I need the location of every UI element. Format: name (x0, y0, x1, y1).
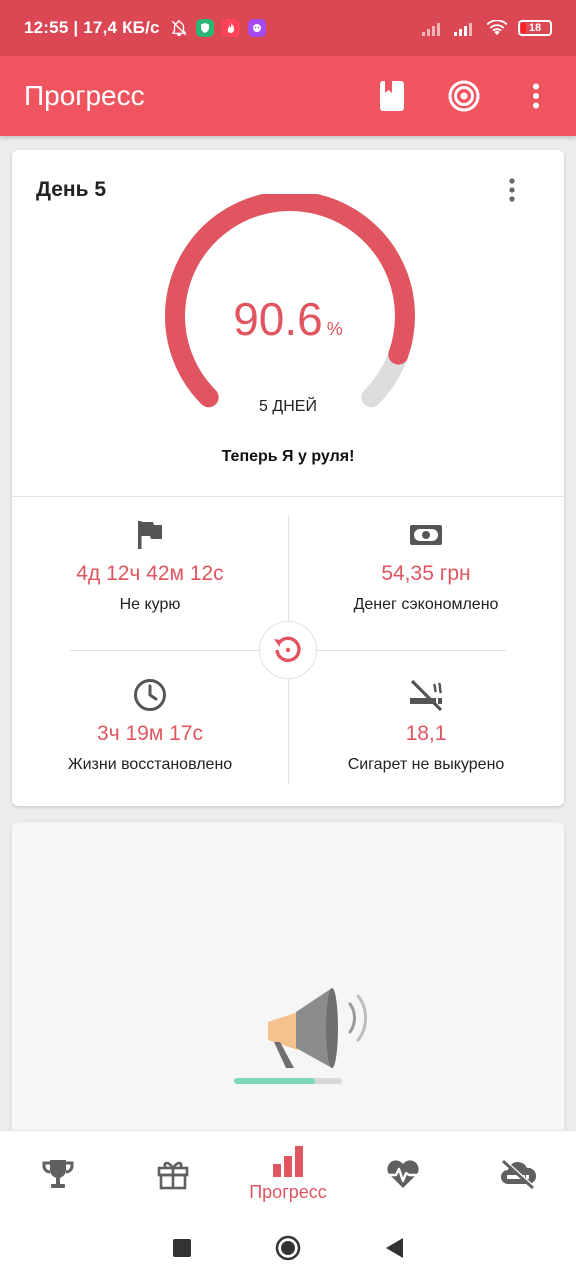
divider (12, 496, 564, 497)
stat-cigarettes-not-smoked: 18,1 Сигарет не выкурено (288, 678, 564, 774)
loading-progress-fill (234, 1078, 315, 1084)
home-icon[interactable] (275, 1235, 301, 1261)
stat-label: Сигарет не выкурено (347, 756, 505, 773)
chat-app-icon (247, 19, 266, 37)
stat-value: 4д 12ч 42м 12с (76, 562, 224, 585)
bookmark-icon (380, 81, 404, 111)
nav-item-progress[interactable]: Прогресс (230, 1131, 345, 1216)
shield-app-icon (195, 19, 214, 37)
no-smoking-icon (410, 679, 443, 712)
restart-icon (274, 636, 301, 663)
bottom-navigation: Прогресс (0, 1130, 576, 1216)
flag-icon (138, 521, 162, 549)
bell-off-icon (171, 20, 186, 37)
recent-apps-icon[interactable] (173, 1239, 191, 1257)
day-title: День 5 (36, 178, 107, 201)
trophy-icon (42, 1159, 74, 1188)
card-menu-button[interactable] (500, 176, 524, 204)
gift-icon (157, 1161, 189, 1189)
nav-item-rewards[interactable] (115, 1131, 230, 1216)
status-bar: 12:55 | 17,4 КБ/с 18 (0, 0, 576, 56)
stat-label: Жизни восстановлено (67, 756, 233, 773)
more-vert-icon (533, 83, 539, 109)
nav-label-progress: Прогресс (249, 1182, 327, 1202)
nav-item-achievements[interactable] (0, 1131, 115, 1216)
signal-icon-2 (454, 23, 472, 36)
nav-item-health[interactable] (346, 1131, 461, 1216)
money-icon (410, 525, 442, 545)
stat-value: 54,35 грн (381, 562, 471, 585)
gauge-days-label: 5 ДНЕЙ (259, 398, 317, 415)
back-icon[interactable] (385, 1238, 403, 1258)
flame-app-icon (221, 19, 240, 37)
nav-item-cravings[interactable] (461, 1131, 576, 1216)
bookmark-button[interactable] (376, 80, 408, 112)
system-navigation-bar (0, 1216, 576, 1280)
motto-text: Теперь Я у руля! (221, 448, 355, 465)
progress-card: День 5 90.6% 5 ДНЕЙ Теперь Я у руля! 4д … (12, 150, 564, 806)
stat-label: Денег сэкономлено (353, 596, 499, 613)
more-vert-icon (509, 178, 515, 202)
heartbeat-icon (387, 1159, 420, 1188)
page-title: Прогресс (24, 80, 145, 111)
stat-value: 18,1 (405, 722, 447, 745)
status-time-speed: 12:55 | 17,4 КБ/с (24, 18, 160, 37)
gauge-percent: 90.6 (233, 293, 323, 345)
bar-chart-icon (273, 1146, 303, 1177)
gauge-unit: % (326, 319, 343, 339)
loading-progress-bar (234, 1078, 342, 1084)
clock-icon (134, 679, 166, 711)
stat-not-smoking: 4д 12ч 42м 12с Не курю (12, 518, 288, 614)
megaphone-icon (268, 988, 367, 1068)
stat-value: 3ч 19м 17с (97, 722, 203, 745)
ad-loading-card (12, 822, 564, 1152)
app-bar: Прогресс (0, 56, 576, 136)
stat-money-saved: 54,35 грн Денег сэкономлено (288, 518, 564, 614)
gauge-value: 90.6% (12, 292, 564, 346)
no-cigarette-cloud-icon (501, 1159, 537, 1189)
signal-icon (422, 23, 440, 36)
target-button[interactable] (448, 80, 480, 112)
reset-button[interactable] (259, 621, 317, 679)
stat-label: Не курю (119, 596, 181, 613)
stat-life-restored: 3ч 19м 17с Жизни восстановлено (12, 678, 288, 774)
target-icon (448, 80, 480, 112)
wifi-icon (486, 20, 508, 36)
overflow-menu-button[interactable] (520, 80, 552, 112)
battery-indicator: 18 (518, 20, 552, 36)
